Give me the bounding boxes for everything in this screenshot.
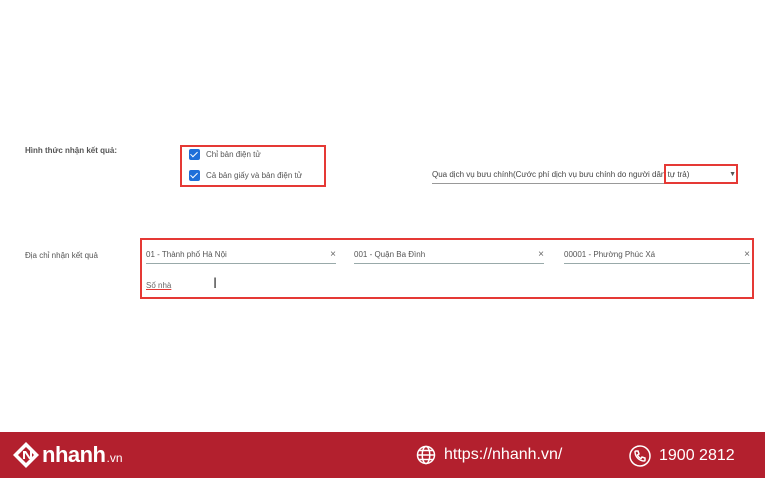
website-link[interactable]: https://nhanh.vn/ xyxy=(416,445,562,465)
nhanh-logo-icon xyxy=(13,442,39,468)
globe-icon xyxy=(416,445,436,465)
form-area: Hình thức nhận kết quả: Chỉ bản điện tử … xyxy=(0,0,765,432)
phone-icon xyxy=(629,445,651,467)
highlight-box-address xyxy=(140,238,754,299)
website-text: https://nhanh.vn/ xyxy=(444,446,563,463)
phone-link[interactable]: 1900 2812 xyxy=(629,445,735,467)
highlight-box-postal xyxy=(664,164,738,184)
address-label: Địa chỉ nhận kết quả xyxy=(25,251,98,260)
postal-service-value: Qua dịch vụ bưu chính(Cước phí dịch vụ b… xyxy=(432,170,690,179)
brand-logo[interactable]: nhanh .vn xyxy=(12,441,123,469)
brand-suffix: .vn xyxy=(106,451,123,465)
highlight-box-options xyxy=(180,145,326,187)
footer-banner: nhanh .vn https://nhanh.vn/ 1900 2812 xyxy=(0,432,765,478)
phone-number: 1900 2812 xyxy=(659,447,735,464)
receive-method-label: Hình thức nhận kết quả: xyxy=(25,146,118,155)
brand-name: nhanh xyxy=(42,442,106,467)
